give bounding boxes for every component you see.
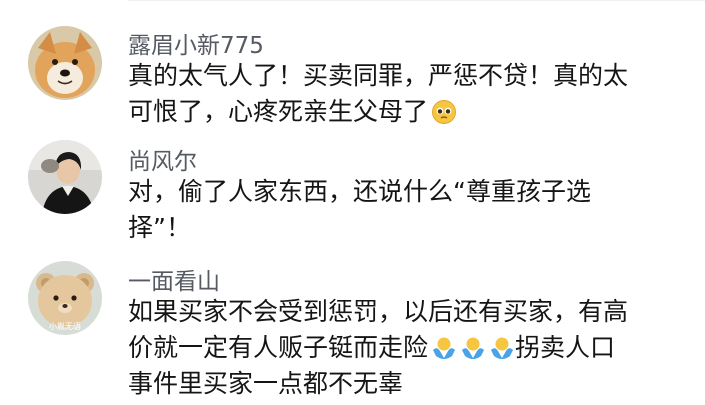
comment-text-line: 价就一定有人贩子铤而走险 拐卖人口 <box>128 330 688 366</box>
shrug-person-icon <box>431 335 457 361</box>
comment-text-line: 如果买家不会受到惩罚，以后还有买家，有高 <box>128 297 629 326</box>
shrug-person-icon <box>489 335 515 361</box>
comment-text-line: 择”！ <box>128 213 191 242</box>
comment-text: 对，偷了人家东西，还说什么“尊重孩子选 择”！ <box>128 174 688 246</box>
shrug-person-icon <box>460 335 486 361</box>
comment-text-segment: 可恨了，心疼死亲生父母了 <box>128 97 429 126</box>
comment-text: 真的太气人了！买卖同罪，严惩不贷！真的太 可恨了，心疼死亲生父母了 <box>128 58 688 130</box>
comment-text-line: 事件里买家一点都不无辜 <box>128 369 404 398</box>
comment-text-line: 可恨了，心疼死亲生父母了 <box>128 94 688 130</box>
top-divider <box>128 0 705 1</box>
avatar[interactable]: 小胤无语 <box>28 261 102 335</box>
avatar[interactable] <box>28 140 102 214</box>
comment-text-segment: 拐卖人口 <box>515 333 616 362</box>
avatar-watermark: 小胤无语 <box>49 321 81 331</box>
comment-text-line: 对，偷了人家东西，还说什么“尊重孩子选 <box>128 177 591 206</box>
comment-username[interactable]: 露眉小新775 <box>128 26 264 60</box>
comment-username[interactable]: 一面看山 <box>128 262 220 296</box>
comment-text-line: 真的太气人了！买卖同罪，严惩不贷！真的太 <box>128 61 629 90</box>
avatar[interactable] <box>28 26 102 100</box>
comment-username[interactable]: 尚风尔 <box>128 142 197 176</box>
pleading-face-icon <box>431 99 457 125</box>
comment-text: 如果买家不会受到惩罚，以后还有买家，有高 价就一定有人贩子铤而走险 拐卖人口 事件… <box>128 294 688 402</box>
comment-text-segment: 价就一定有人贩子铤而走险 <box>128 333 429 362</box>
